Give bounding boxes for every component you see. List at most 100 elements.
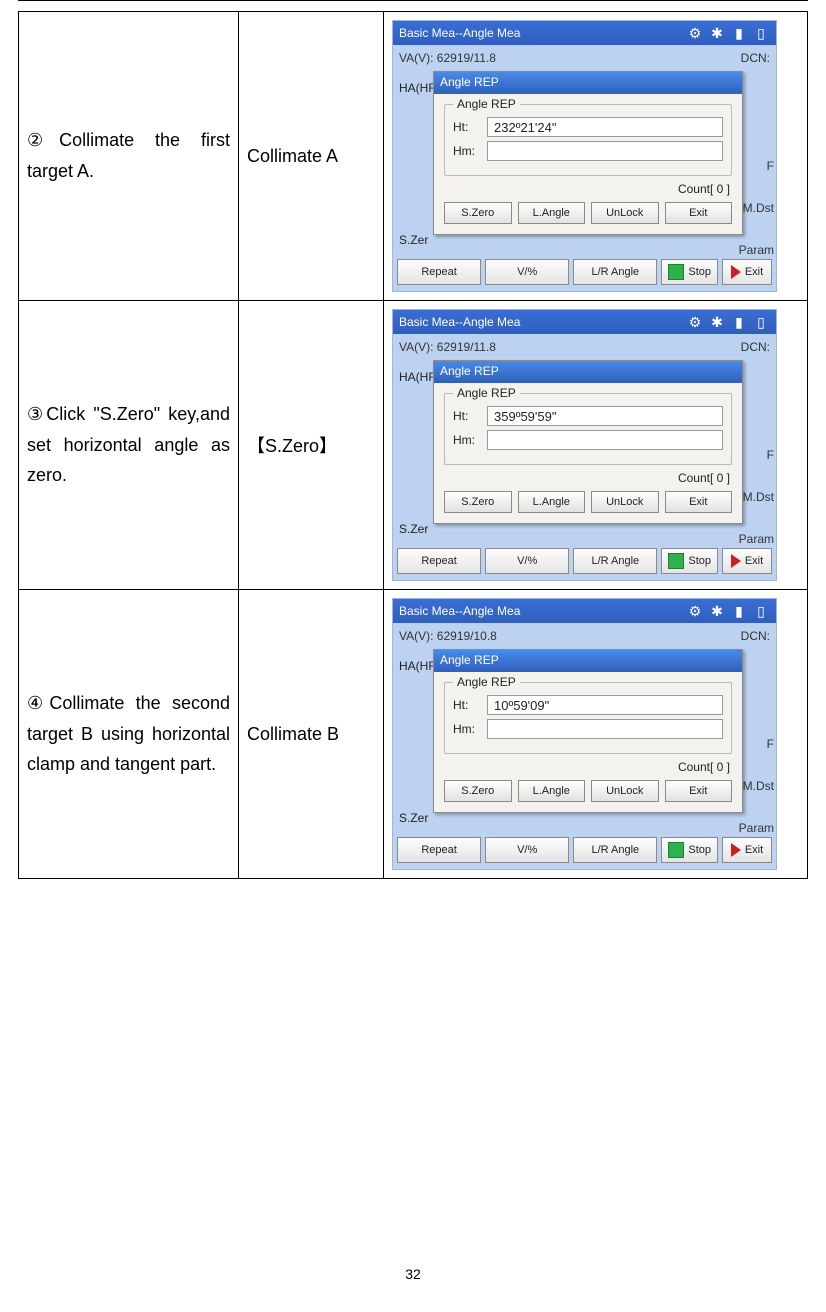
signal-icon[interactable]: ▮ xyxy=(730,24,748,42)
dialog-button[interactable]: S.Zero xyxy=(444,491,512,513)
bottom-button-label: Repeat xyxy=(421,266,456,278)
dialog-button[interactable]: L.Angle xyxy=(518,780,586,802)
bottom-button[interactable]: L/R Angle xyxy=(573,837,657,863)
readout-row: VA(V): 62919/11.8 DCN: xyxy=(399,340,770,354)
dialog-button[interactable]: S.Zero xyxy=(444,202,512,224)
bottom-button-label: Repeat xyxy=(421,844,456,856)
dialog-button[interactable]: L.Angle xyxy=(518,491,586,513)
bottom-button[interactable]: V/% xyxy=(485,259,569,285)
bottom-button-label: L/R Angle xyxy=(591,844,639,856)
bottom-button[interactable]: Repeat xyxy=(397,548,481,574)
dialog-button[interactable]: UnLock xyxy=(591,202,659,224)
bottom-button[interactable]: Stop xyxy=(661,548,718,574)
ht-input[interactable]: 232º21'24" xyxy=(487,117,723,137)
dialog-button[interactable]: Exit xyxy=(665,202,733,224)
dialog-button[interactable]: UnLock xyxy=(591,491,659,513)
screenshot: Basic Mea--Angle Mea ⚙ ✱ ▮ ▯ VA(V): 6291… xyxy=(392,598,777,870)
count-text: Count[ 0 ] xyxy=(446,182,730,196)
hm-input[interactable] xyxy=(487,141,723,161)
battery-icon[interactable]: ▯ xyxy=(752,24,770,42)
table-row: ④Collimate the second target B using hor… xyxy=(19,590,808,879)
bottom-button[interactable]: Repeat xyxy=(397,259,481,285)
title-icons: ⚙ ✱ ▮ ▯ xyxy=(686,602,770,620)
hm-input[interactable] xyxy=(487,430,723,450)
bluetooth-icon[interactable]: ✱ xyxy=(708,24,726,42)
settings-icon[interactable]: ⚙ xyxy=(686,602,704,620)
table-row: ③Click "S.Zero" key,and set horizontal a… xyxy=(19,301,808,590)
hm-label: Hm: xyxy=(453,722,487,736)
bottom-button[interactable]: L/R Angle xyxy=(573,259,657,285)
step-screenshot-cell: Basic Mea--Angle Mea ⚙ ✱ ▮ ▯ VA(V): 6291… xyxy=(384,12,808,301)
top-rule xyxy=(18,0,808,1)
bottom-toolbar: Repeat V/% L/R AngleStopExit xyxy=(397,259,772,285)
dialog-button[interactable]: S.Zero xyxy=(444,780,512,802)
side-label: M.Dst xyxy=(739,779,774,793)
angle-rep-dialog: Angle REP Angle REP Ht: 359º59'59" Hm: C… xyxy=(433,360,743,524)
angle-rep-dialog: Angle REP Angle REP Ht: 10º59'09" Hm: Co… xyxy=(433,649,743,813)
bottom-button[interactable]: V/% xyxy=(485,837,569,863)
window-titlebar: Basic Mea--Angle Mea ⚙ ✱ ▮ ▯ xyxy=(393,599,776,623)
window-titlebar: Basic Mea--Angle Mea ⚙ ✱ ▮ ▯ xyxy=(393,21,776,45)
dialog-button[interactable]: L.Angle xyxy=(518,202,586,224)
bottom-button-label: Exit xyxy=(745,555,763,567)
title-icons: ⚙ ✱ ▮ ▯ xyxy=(686,24,770,42)
step-action: Collimate A xyxy=(239,12,384,301)
bottom-button[interactable]: Stop xyxy=(661,259,718,285)
step-screenshot-cell: Basic Mea--Angle Mea ⚙ ✱ ▮ ▯ VA(V): 6291… xyxy=(384,301,808,590)
settings-icon[interactable]: ⚙ xyxy=(686,24,704,42)
group-label: Angle REP xyxy=(453,386,520,400)
hm-label: Hm: xyxy=(453,144,487,158)
signal-icon[interactable]: ▮ xyxy=(730,313,748,331)
side-label: Param xyxy=(739,243,774,257)
ht-label: Ht: xyxy=(453,698,487,712)
side-label: Param xyxy=(739,532,774,546)
battery-icon[interactable]: ▯ xyxy=(752,313,770,331)
bluetooth-icon[interactable]: ✱ xyxy=(708,602,726,620)
count-text: Count[ 0 ] xyxy=(446,471,730,485)
readout-row: VA(V): 62919/10.8 DCN: xyxy=(399,629,770,643)
bottom-button-label: V/% xyxy=(517,266,537,278)
bottom-toolbar: Repeat V/%L/R Angle Stop Exit xyxy=(397,548,772,574)
bottom-button[interactable]: Exit xyxy=(722,548,772,574)
table-row: ②Collimate the first target A. Collimate… xyxy=(19,12,808,301)
ht-input[interactable]: 10º59'09" xyxy=(487,695,723,715)
page-content: ②Collimate the first target A. Collimate… xyxy=(0,0,826,879)
bottom-button-label: Stop xyxy=(688,555,711,567)
step-description: ④Collimate the second target B using hor… xyxy=(19,590,239,879)
exit-icon xyxy=(731,843,741,857)
ht-input[interactable]: 359º59'59" xyxy=(487,406,723,426)
group-label: Angle REP xyxy=(453,675,520,689)
bottom-button[interactable]: Repeat xyxy=(397,837,481,863)
dialog-button[interactable]: UnLock xyxy=(591,780,659,802)
signal-icon[interactable]: ▮ xyxy=(730,602,748,620)
window-title: Basic Mea--Angle Mea xyxy=(399,26,520,40)
angle-rep-group: Angle REP Ht: 10º59'09" Hm: xyxy=(444,682,732,754)
step-description: ②Collimate the first target A. xyxy=(19,12,239,301)
window-title: Basic Mea--Angle Mea xyxy=(399,315,520,329)
settings-icon[interactable]: ⚙ xyxy=(686,313,704,331)
hm-input[interactable] xyxy=(487,719,723,739)
window-titlebar: Basic Mea--Angle Mea ⚙ ✱ ▮ ▯ xyxy=(393,310,776,334)
exit-icon xyxy=(731,265,741,279)
bottom-button-label: Exit xyxy=(745,844,763,856)
bluetooth-icon[interactable]: ✱ xyxy=(708,313,726,331)
szero-truncated: S.Zer xyxy=(399,522,428,536)
battery-icon[interactable]: ▯ xyxy=(752,602,770,620)
side-label: M.Dst xyxy=(739,201,774,215)
bottom-button[interactable]: Exit xyxy=(722,259,772,285)
dialog-button[interactable]: Exit xyxy=(665,780,733,802)
dialog-button[interactable]: Exit xyxy=(665,491,733,513)
dialog-title: Angle REP xyxy=(434,72,742,94)
bottom-button[interactable]: V/% xyxy=(485,548,569,574)
bottom-button[interactable]: Stop xyxy=(661,837,718,863)
group-label: Angle REP xyxy=(453,97,520,111)
bottom-button[interactable]: L/R Angle xyxy=(573,548,657,574)
bottom-toolbar: Repeat V/% L/R Angle Stop Exit xyxy=(397,837,772,863)
bottom-button[interactable]: Exit xyxy=(722,837,772,863)
instruction-table: ②Collimate the first target A. Collimate… xyxy=(18,11,808,879)
side-label: F xyxy=(739,448,774,462)
bottom-button-label: Repeat xyxy=(421,555,456,567)
step-description: ③Click "S.Zero" key,and set horizontal a… xyxy=(19,301,239,590)
exit-icon xyxy=(731,554,741,568)
screenshot: Basic Mea--Angle Mea ⚙ ✱ ▮ ▯ VA(V): 6291… xyxy=(392,20,777,292)
